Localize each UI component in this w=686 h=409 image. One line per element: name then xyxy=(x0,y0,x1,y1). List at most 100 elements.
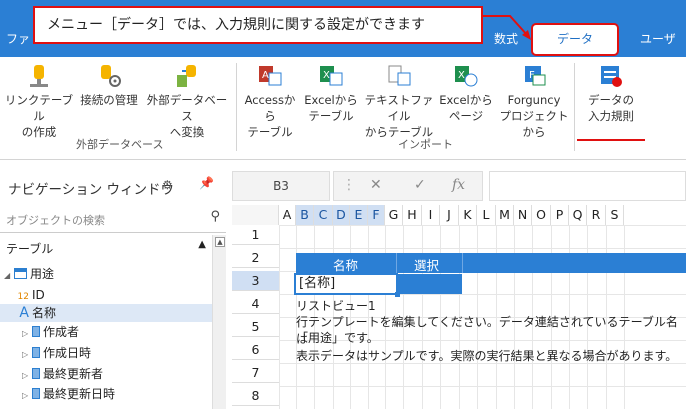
column-header-f[interactable]: F xyxy=(368,205,385,225)
fx-icon[interactable]: fx xyxy=(452,177,465,193)
collapsed-icon[interactable]: ▷ xyxy=(22,346,32,364)
listview-name: リストビュー1 xyxy=(296,299,376,313)
listview-header-row[interactable]: 名称 選択 xyxy=(296,253,686,273)
tab-data[interactable]: データ xyxy=(531,23,619,56)
column-header-l[interactable]: L xyxy=(477,205,496,225)
tree-item-field[interactable]: ▷ 作成者 xyxy=(0,323,212,341)
tree-item-field[interactable]: ▷ 作成日時 xyxy=(0,344,212,362)
tree-item-field-selected[interactable]: A 名称 xyxy=(0,304,212,322)
column-header-c[interactable]: C xyxy=(314,205,333,225)
row-header-5[interactable]: 5 xyxy=(232,317,279,337)
active-cell-b3[interactable]: [名称] xyxy=(294,273,400,297)
gear-icon[interactable]: ⚙ xyxy=(162,178,173,192)
object-search[interactable]: オブジェクトの検索 ⚲ xyxy=(0,205,226,233)
row-header-2[interactable]: 2 xyxy=(232,248,279,268)
confirm-icon[interactable]: ✓ xyxy=(414,177,426,193)
tree-item-field[interactable]: 12 ID xyxy=(0,286,212,304)
listview-note: 表示データはサンプルです。実際の実行結果と異なる場合があります。 xyxy=(296,349,678,363)
row-header-4[interactable]: 4 xyxy=(232,294,279,314)
collapsed-icon[interactable]: ▷ xyxy=(22,325,32,343)
tree-item-table[interactable]: ◢ 用途 xyxy=(0,265,212,283)
access-import-icon: A xyxy=(259,66,282,86)
expanded-icon[interactable]: ◢ xyxy=(4,267,14,285)
object-search-input[interactable]: オブジェクトの検索 xyxy=(6,212,105,228)
select-cell-c3[interactable] xyxy=(398,274,462,294)
text-file-import-icon xyxy=(388,65,411,86)
column-header-r[interactable]: R xyxy=(587,205,606,225)
import-text-file-button[interactable]: テキストファイル からテーブル xyxy=(360,63,438,140)
excel-import-icon: X xyxy=(320,66,343,86)
row-header-1[interactable]: 1 xyxy=(232,225,279,245)
tab-formula[interactable]: 数式 xyxy=(494,30,518,47)
import-text-file-label-1: テキストファイル xyxy=(364,93,434,123)
manage-connections-button[interactable]: 接続の管理 xyxy=(76,63,142,108)
column-header-d[interactable]: D xyxy=(333,205,350,225)
tree-item-label: 用途 xyxy=(30,267,55,281)
field-icon xyxy=(32,326,40,337)
convert-external-db-button[interactable]: 外部データベース へ変換 xyxy=(143,63,231,140)
column-header-p[interactable]: P xyxy=(551,205,569,225)
text-field-icon: A xyxy=(19,305,29,321)
cancel-icon[interactable]: ✕ xyxy=(370,177,382,193)
tab-file[interactable]: ファ xyxy=(6,30,30,47)
column-header-m[interactable]: M xyxy=(496,205,514,225)
ribbon-separator xyxy=(236,63,237,151)
field-icon xyxy=(32,388,40,399)
import-excel-page-label-1: Excelから xyxy=(439,93,493,107)
import-excel-table-label-2: テーブル xyxy=(308,109,354,123)
tree-item-field[interactable]: ▷ 最終更新日時 xyxy=(0,385,212,403)
formula-input[interactable] xyxy=(489,171,686,201)
pin-icon[interactable]: 📌 xyxy=(199,176,214,190)
database-link-icon xyxy=(30,65,48,87)
column-header-a[interactable]: A xyxy=(279,205,296,225)
import-access-button[interactable]: A Accessから テーブル xyxy=(240,63,300,140)
row-header-3[interactable]: 3 xyxy=(232,271,279,291)
import-excel-page-button[interactable]: X Excelから ページ xyxy=(438,63,494,124)
column-header-q[interactable]: Q xyxy=(569,205,587,225)
search-icon[interactable]: ⚲ xyxy=(210,209,220,224)
formula-buttons: ⋮ ✕ ✓ fx xyxy=(333,171,483,201)
tree-item-field[interactable]: ▷ 最終更新者 xyxy=(0,365,212,383)
column-header-o[interactable]: O xyxy=(532,205,551,225)
convert-external-db-label-1: 外部データベース xyxy=(146,93,228,123)
column-header-s[interactable]: S xyxy=(606,205,624,225)
nav-section-tables[interactable]: テーブル ▲ xyxy=(0,235,212,259)
data-validation-label-2: 入力規則 xyxy=(588,109,634,123)
manage-connections-label: 接続の管理 xyxy=(80,93,138,107)
column-header-e[interactable]: E xyxy=(350,205,368,225)
data-validation-underline xyxy=(577,139,645,141)
column-header-i[interactable]: I xyxy=(422,205,440,225)
tree-item-label: 最終更新日時 xyxy=(43,387,116,401)
column-header-j[interactable]: J xyxy=(440,205,459,225)
tree-item-label: 名称 xyxy=(32,306,57,320)
import-excel-table-button[interactable]: X Excelから テーブル xyxy=(302,63,360,124)
database-gear-icon xyxy=(101,65,121,87)
collapsed-icon[interactable]: ▷ xyxy=(22,367,32,385)
column-header-h[interactable]: H xyxy=(403,205,422,225)
row-header-7[interactable]: 7 xyxy=(232,363,279,383)
create-link-table-label-2: の作成 xyxy=(21,125,57,139)
scroll-up-icon[interactable]: ▲ xyxy=(215,237,225,247)
create-link-table-button[interactable]: リンクテーブル の作成 xyxy=(4,63,74,140)
cell-name-box[interactable]: B3 xyxy=(232,171,330,201)
column-header-k[interactable]: K xyxy=(459,205,477,225)
collapse-icon[interactable]: ▲ xyxy=(198,239,206,250)
data-validation-button[interactable]: データの 入力規則 xyxy=(577,63,645,124)
data-validation-icon xyxy=(601,66,622,87)
spreadsheet-grid[interactable]: ABCDEFGHIJKLMNOPQRS 12345678 名称 選択 [名称] … xyxy=(232,205,686,409)
column-header-g[interactable]: G xyxy=(385,205,403,225)
import-forguncy-button[interactable]: F Forguncy プロジェクトから xyxy=(496,63,572,140)
create-link-table-label-1: リンクテーブル xyxy=(4,93,74,123)
row-header-6[interactable]: 6 xyxy=(232,340,279,360)
collapsed-icon[interactable]: ▷ xyxy=(22,387,32,405)
data-validation-label-1: データの xyxy=(588,93,634,107)
select-all-corner[interactable] xyxy=(232,205,279,225)
column-header-b[interactable]: B xyxy=(296,205,314,225)
nav-scrollbar[interactable]: ▲ xyxy=(212,235,226,409)
column-header-n[interactable]: N xyxy=(514,205,532,225)
tab-user[interactable]: ユーザ xyxy=(640,30,676,47)
tree-item-label: 最終更新者 xyxy=(43,367,104,381)
import-forguncy-label-2: プロジェクトから xyxy=(499,109,569,139)
field-icon xyxy=(32,347,40,358)
row-header-8[interactable]: 8 xyxy=(232,386,279,406)
